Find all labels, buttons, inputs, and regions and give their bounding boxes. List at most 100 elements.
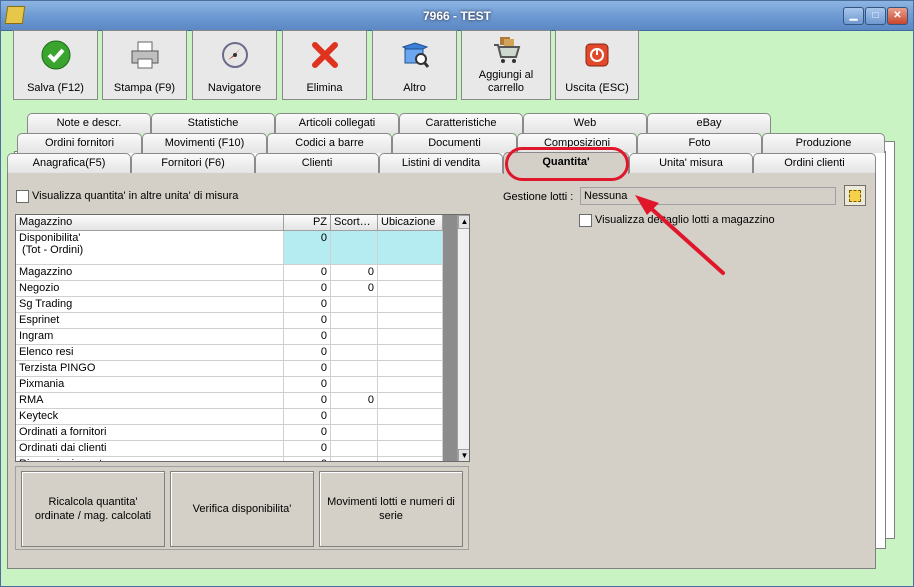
tab-note-e-descr[interactable]: Note e descr.	[27, 113, 151, 133]
tab-fornitori[interactable]: Fornitori (F6)	[131, 153, 255, 173]
scroll-down-arrow-icon[interactable]: ▼	[458, 449, 469, 461]
cell-scorta[interactable]	[331, 441, 378, 456]
cell-scorta[interactable]: 0	[331, 281, 378, 296]
lot-management-button[interactable]	[844, 185, 866, 206]
tab-web[interactable]: Web	[523, 113, 647, 133]
save-button[interactable]: Salva (F12)	[13, 30, 98, 100]
table-row[interactable]: Disponibilita' (Tot - Ordini) 0	[16, 231, 457, 265]
table-row[interactable]: Magazzino 0 0	[16, 265, 457, 281]
cell-pz[interactable]: 0	[284, 393, 331, 408]
cell-ubicazione[interactable]	[378, 231, 443, 264]
delete-button[interactable]: Elimina	[282, 30, 367, 100]
cell-scorta[interactable]	[331, 409, 378, 424]
cell-pz[interactable]: 0	[284, 265, 331, 280]
cell-pz[interactable]: 0	[284, 377, 331, 392]
cell-ubicazione[interactable]	[378, 457, 443, 461]
cell-pz[interactable]: 0	[284, 361, 331, 376]
tab-codici-a-barre[interactable]: Codici a barre	[267, 133, 392, 153]
col-header-ubicazione[interactable]: Ubicazione	[378, 215, 443, 231]
table-row[interactable]: Pixmania 0	[16, 377, 457, 393]
other-button[interactable]: Altro	[372, 30, 457, 100]
cell-pz[interactable]: 0	[284, 457, 331, 461]
col-header-scorta[interactable]: Scort…	[331, 215, 378, 231]
cell-scorta[interactable]	[331, 457, 378, 461]
maximize-button[interactable]: □	[865, 7, 886, 25]
cell-ubicazione[interactable]	[378, 313, 443, 328]
cell-scorta[interactable]	[331, 297, 378, 312]
cell-scorta[interactable]	[331, 313, 378, 328]
exit-button[interactable]: Uscita (ESC)	[555, 30, 639, 100]
cell-ubicazione[interactable]	[378, 361, 443, 376]
table-row[interactable]: Negozio 0 0	[16, 281, 457, 297]
cell-magazzino[interactable]: Sg Trading	[16, 297, 284, 312]
cell-ubicazione[interactable]	[378, 329, 443, 344]
cell-magazzino[interactable]: Disponibilita' (Tot - Ordini)	[16, 231, 284, 264]
tab-ebay[interactable]: eBay	[647, 113, 771, 133]
col-header-magazzino[interactable]: Magazzino	[16, 215, 284, 231]
tab-clienti[interactable]: Clienti	[255, 153, 379, 173]
lot-movements-button[interactable]: Movimenti lotti e numeri di serie	[319, 471, 463, 547]
cell-magazzino[interactable]: Ordinati dai clienti	[16, 441, 284, 456]
cell-ubicazione[interactable]	[378, 281, 443, 296]
table-row[interactable]: Terzista PINGO 0	[16, 361, 457, 377]
table-row[interactable]: Ingram 0	[16, 329, 457, 345]
tab-ordini-fornitori[interactable]: Ordini fornitori	[17, 133, 142, 153]
cell-pz[interactable]: 0	[284, 313, 331, 328]
cell-magazzino[interactable]: Negozio	[16, 281, 284, 296]
alt-units-checkbox[interactable]	[16, 190, 29, 203]
cell-ubicazione[interactable]	[378, 409, 443, 424]
tab-movimenti[interactable]: Movimenti (F10)	[142, 133, 267, 153]
cell-ubicazione[interactable]	[378, 377, 443, 392]
cell-ubicazione[interactable]	[378, 265, 443, 280]
cell-magazzino[interactable]: Elenco resi	[16, 345, 284, 360]
lot-detail-checkbox[interactable]	[579, 214, 592, 227]
table-row[interactable]: Esprinet 0	[16, 313, 457, 329]
cell-magazzino[interactable]: Esprinet	[16, 313, 284, 328]
recalculate-button[interactable]: Ricalcola quantita' ordinate / mag. calc…	[21, 471, 165, 547]
grid-scrollbar[interactable]: ▲ ▼	[457, 215, 469, 461]
minimize-button[interactable]: ▁	[843, 7, 864, 25]
cell-scorta[interactable]	[331, 329, 378, 344]
cell-ubicazione[interactable]	[378, 393, 443, 408]
cell-magazzino[interactable]: RMA	[16, 393, 284, 408]
tab-caratteristiche[interactable]: Caratteristiche	[399, 113, 523, 133]
print-button[interactable]: Stampa (F9)	[102, 30, 187, 100]
scroll-up-arrow-icon[interactable]: ▲	[458, 215, 469, 229]
cell-scorta[interactable]	[331, 361, 378, 376]
cell-pz[interactable]: 0	[284, 231, 331, 264]
cell-magazzino[interactable]: Keyteck	[16, 409, 284, 424]
table-row[interactable]: Sg Trading 0	[16, 297, 457, 313]
cell-scorta[interactable]	[331, 425, 378, 440]
cell-scorta[interactable]: 0	[331, 393, 378, 408]
navigator-button[interactable]: Navigatore	[192, 30, 277, 100]
tab-ordini-clienti[interactable]: Ordini clienti	[753, 153, 876, 173]
cell-scorta[interactable]	[331, 345, 378, 360]
cell-magazzino[interactable]: Terzista PINGO	[16, 361, 284, 376]
cell-magazzino[interactable]: Riparazioni aperte	[16, 457, 284, 461]
cell-scorta[interactable]	[331, 377, 378, 392]
table-row[interactable]: Keyteck 0	[16, 409, 457, 425]
warehouse-grid[interactable]: Magazzino PZ Scort… Ubicazione Disponibi…	[15, 214, 470, 462]
cell-ubicazione[interactable]	[378, 297, 443, 312]
cell-ubicazione[interactable]	[378, 345, 443, 360]
cell-pz[interactable]: 0	[284, 345, 331, 360]
table-row[interactable]: Ordinati a fornitori 0	[16, 425, 457, 441]
cell-scorta[interactable]	[331, 231, 378, 264]
cell-pz[interactable]: 0	[284, 441, 331, 456]
verify-availability-button[interactable]: Verifica disponibilita'	[170, 471, 314, 547]
cell-pz[interactable]: 0	[284, 297, 331, 312]
cell-magazzino[interactable]: Ingram	[16, 329, 284, 344]
tab-articoli-collegati[interactable]: Articoli collegati	[275, 113, 399, 133]
table-row[interactable]: Ordinati dai clienti 0	[16, 441, 457, 457]
cell-pz[interactable]: 0	[284, 425, 331, 440]
tab-documenti[interactable]: Documenti	[392, 133, 517, 153]
title-bar[interactable]: 7966 - TEST ▁ □ ✕	[1, 1, 913, 31]
close-button[interactable]: ✕	[887, 7, 908, 25]
add-to-cart-button[interactable]: Aggiungi al carrello	[461, 30, 551, 100]
col-header-pz[interactable]: PZ	[284, 215, 331, 231]
cell-pz[interactable]: 0	[284, 329, 331, 344]
tab-anagrafica[interactable]: Anagrafica(F5)	[7, 153, 131, 173]
table-row[interactable]: Riparazioni aperte0	[16, 457, 457, 461]
tab-unita-misura[interactable]: Unita' misura	[629, 153, 753, 173]
cell-magazzino[interactable]: Pixmania	[16, 377, 284, 392]
